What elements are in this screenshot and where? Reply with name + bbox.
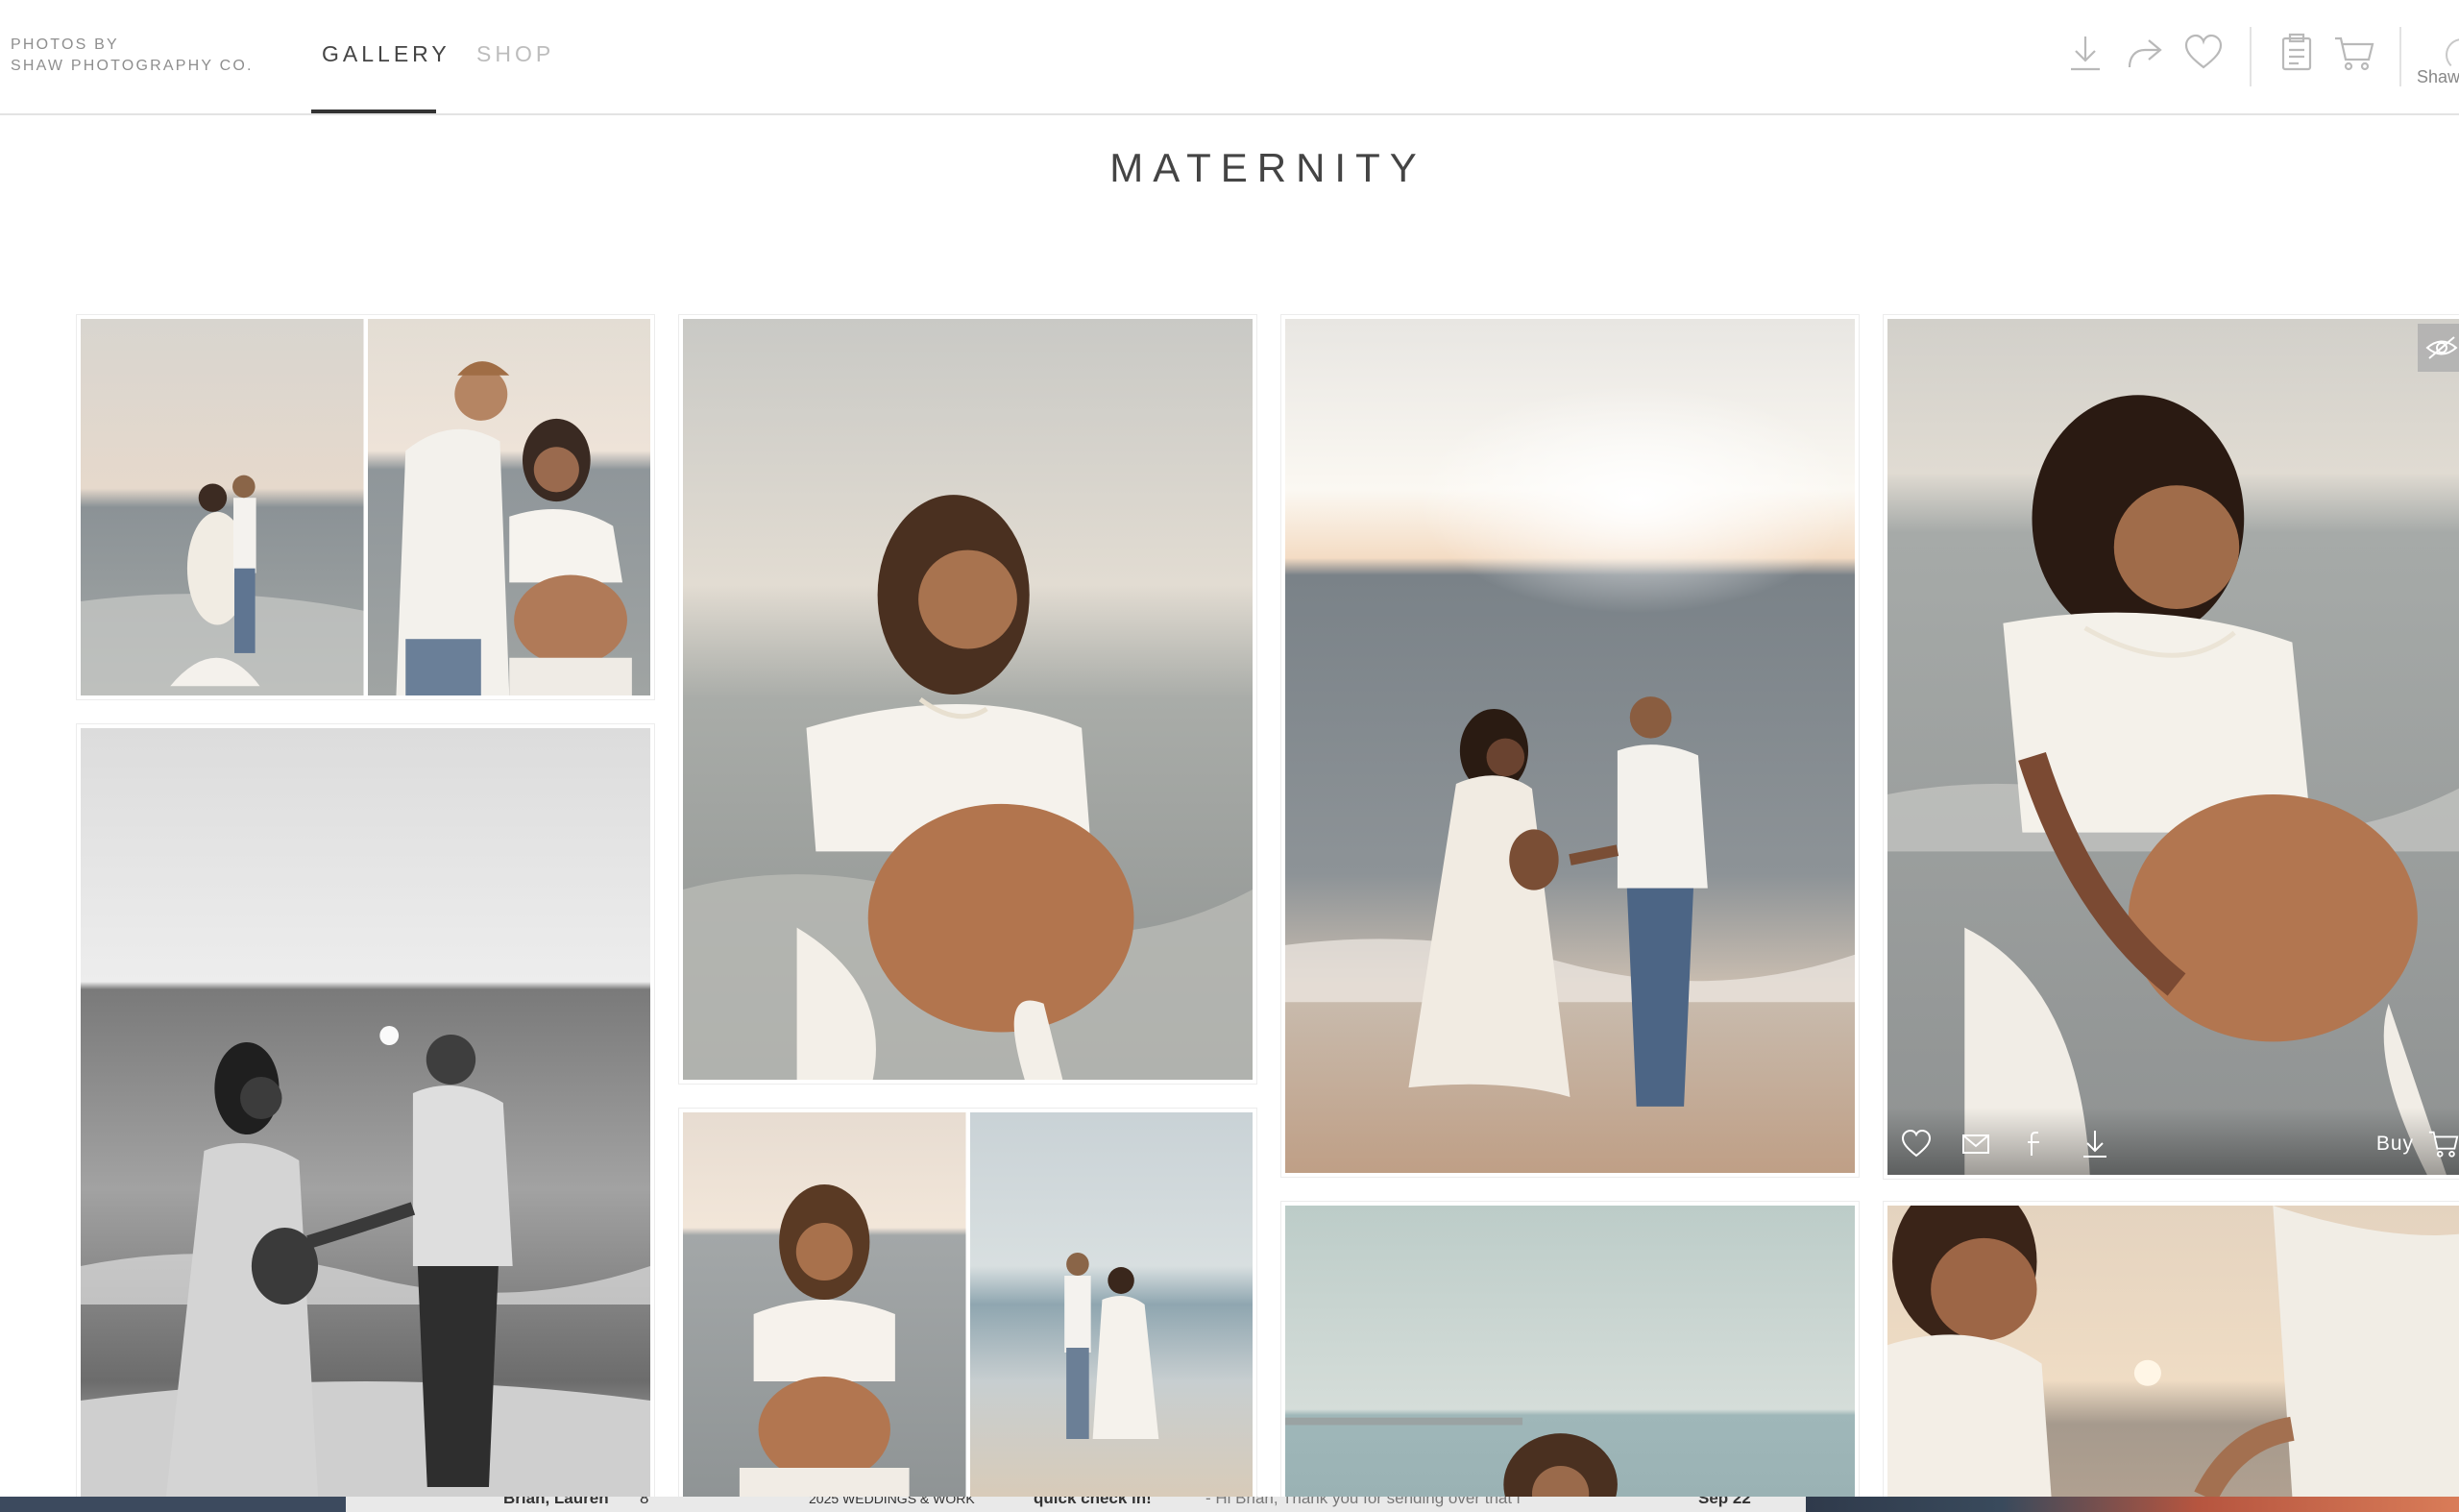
background-mail-strip: Brian, Lauren 8 2025 WEDDINGS & WORK qui…	[0, 1497, 2459, 1512]
account-label[interactable]: Shaw	[2417, 67, 2459, 87]
share-icon[interactable]	[2122, 31, 2166, 75]
hide-photo-eye-icon[interactable]	[2418, 324, 2459, 372]
photo-action-bar: Buy	[1887, 1108, 2459, 1175]
mail-preview-row[interactable]: Brian, Lauren 8 2025 WEDDINGS & WORK qui…	[346, 1497, 1806, 1512]
photo-download-icon[interactable]	[2078, 1127, 2112, 1161]
brand-logo[interactable]: PHOTOS BY SHAW PHOTOGRAPHY CO.	[11, 35, 254, 77]
mail-label: 2025 WEDDINGS & WORK	[809, 1497, 975, 1506]
header-divider	[2250, 27, 2252, 86]
photo-mother-pier-background[interactable]	[1280, 1201, 1860, 1501]
photo-couple-closeup[interactable]	[367, 319, 650, 695]
facebook-share-icon[interactable]	[2018, 1127, 2053, 1161]
favorite-heart-icon[interactable]	[1899, 1127, 1934, 1161]
mail-sender-count: 8	[640, 1497, 649, 1507]
cart-icon[interactable]	[2332, 31, 2376, 75]
desktop-wallpaper-edge	[1806, 1497, 2459, 1512]
gallery-header: PHOTOS BY SHAW PHOTOGRAPHY CO. GALLERY S…	[0, 0, 2459, 115]
brand-line-1: PHOTOS BY	[11, 37, 119, 53]
buy-cart-icon[interactable]	[2427, 1127, 2459, 1159]
photo-pair-couple-embrace[interactable]	[76, 314, 655, 700]
photo-couple-golden-hour-closeup[interactable]	[1883, 1201, 2459, 1501]
photo-couple-sunset-holding-hands[interactable]	[1280, 314, 1860, 1178]
header-divider	[2399, 27, 2401, 86]
photo-mother-smiling[interactable]	[683, 1112, 966, 1497]
account-icon[interactable]	[2446, 38, 2459, 71]
download-icon[interactable]	[2063, 31, 2107, 75]
mail-sender: Brian, Lauren	[503, 1497, 609, 1507]
buy-button[interactable]: Buy	[2376, 1133, 2414, 1156]
active-tab-indicator	[311, 110, 436, 113]
mail-preview: - Hi Brian, Thank you for sending over t…	[1205, 1497, 1521, 1507]
photo-couple-in-waves[interactable]	[81, 319, 364, 695]
heart-icon[interactable]	[2181, 31, 2226, 75]
mail-subject: quick check in!	[1034, 1497, 1152, 1507]
brand-line-2: SHAW PHOTOGRAPHY CO.	[11, 58, 254, 74]
email-mail-icon[interactable]	[1959, 1127, 1993, 1161]
mail-date: Sep 22	[1698, 1497, 1751, 1507]
photo-bw-holding-hands[interactable]	[76, 723, 655, 1501]
photo-mother-profile-highlighted[interactable]: Buy	[1883, 314, 2459, 1180]
clipboard-icon[interactable]	[2275, 31, 2319, 75]
gallery-title: MATERNITY	[1109, 145, 1426, 190]
tab-gallery[interactable]: GALLERY	[322, 38, 450, 69]
photo-couple-walking[interactable]	[969, 1112, 1253, 1497]
tab-shop[interactable]: SHOP	[476, 38, 554, 69]
photo-pair-mother-and-couple-beach[interactable]	[678, 1108, 1257, 1501]
photo-mother-looking-down[interactable]	[678, 314, 1257, 1085]
